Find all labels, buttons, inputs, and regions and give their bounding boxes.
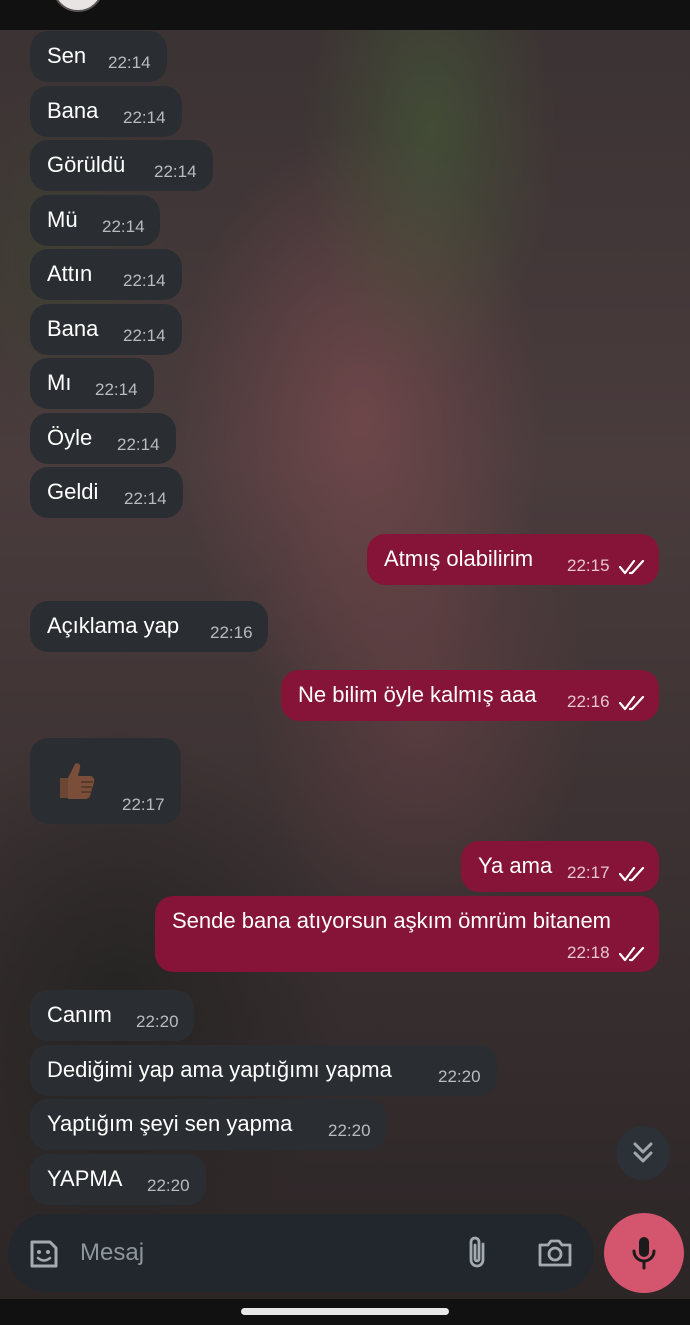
message-timestamp: 22:20 <box>147 1176 190 1195</box>
message-timestamp: 22:20 <box>136 1012 179 1031</box>
chat-header <box>0 0 690 30</box>
sticker-icon[interactable] <box>26 1236 62 1272</box>
message-timestamp: 22:14 <box>117 435 160 454</box>
microphone-icon <box>632 1237 656 1270</box>
message-text: Ne bilim öyle kalmış aaa <box>298 682 537 707</box>
incoming-message[interactable]: Sen 22:14 <box>30 31 167 82</box>
outgoing-message[interactable]: Atmış olabilirim 22:15 <box>367 534 659 585</box>
message-timestamp: 22:14 <box>124 489 167 508</box>
incoming-message[interactable]: Bana 22:14 <box>30 304 182 355</box>
message-text: Bana <box>47 316 99 341</box>
voice-record-button[interactable] <box>604 1213 684 1293</box>
incoming-message[interactable]: Dediğimi yap ama yaptığımı yapma 22:20 <box>30 1045 497 1096</box>
message-timestamp: 22:14 <box>102 217 145 236</box>
message-text: Atmış olabilirim <box>384 546 534 571</box>
message-input[interactable] <box>80 1236 410 1270</box>
incoming-message[interactable]: Mü 22:14 <box>30 195 160 246</box>
message-text: Görüldü <box>47 152 126 177</box>
incoming-message[interactable]: Mı 22:14 <box>30 358 154 409</box>
message-timestamp: 22:15 <box>567 556 610 575</box>
message-timestamp: 22:16 <box>567 692 610 711</box>
outgoing-message[interactable]: Sende bana atıyorsun aşkım ömrüm bitanem… <box>155 896 659 972</box>
incoming-message[interactable]: 22:17 <box>30 738 181 824</box>
read-receipt-icon <box>618 945 647 963</box>
outgoing-message[interactable]: Ya ama 22:17 <box>461 841 659 892</box>
message-text: Öyle <box>47 425 93 450</box>
incoming-message[interactable]: Açıklama yap 22:16 <box>30 601 268 652</box>
message-timestamp: 22:16 <box>210 623 253 642</box>
message-timestamp: 22:18 <box>567 943 610 962</box>
read-receipt-icon <box>618 694 647 712</box>
message-timestamp: 22:17 <box>567 863 610 882</box>
incoming-message[interactable]: Canım 22:20 <box>30 990 194 1041</box>
home-gesture-handle[interactable] <box>241 1308 449 1315</box>
system-nav-bar <box>0 1299 690 1325</box>
message-text: Geldi <box>47 479 99 504</box>
message-text: Mı <box>47 370 72 395</box>
message-timestamp: 22:14 <box>95 380 138 399</box>
message-text: Mü <box>47 207 78 232</box>
double-chevron-down-icon <box>633 1142 653 1163</box>
message-timestamp: 22:14 <box>123 108 166 127</box>
message-timestamp: 22:14 <box>108 53 151 72</box>
camera-icon[interactable] <box>536 1236 574 1270</box>
outgoing-message[interactable]: Ne bilim öyle kalmış aaa 22:16 <box>281 670 659 721</box>
incoming-message[interactable]: Geldi 22:14 <box>30 467 183 518</box>
thumbs-up-emoji <box>52 756 100 804</box>
incoming-message[interactable]: Görüldü 22:14 <box>30 140 213 191</box>
incoming-message[interactable]: Bana 22:14 <box>30 86 182 137</box>
incoming-message[interactable]: Attın 22:14 <box>30 249 182 300</box>
message-text: Açıklama yap <box>47 613 180 638</box>
incoming-message[interactable]: Yaptığım şeyi sen yapma 22:20 <box>30 1099 386 1150</box>
message-timestamp: 22:20 <box>328 1121 371 1140</box>
message-timestamp: 22:14 <box>123 271 166 290</box>
message-text: Ya ama <box>478 853 553 878</box>
message-text: Sen <box>47 43 87 68</box>
read-receipt-icon <box>618 865 647 883</box>
message-text: Attın <box>47 261 93 286</box>
read-receipt-icon <box>618 558 647 576</box>
message-text: YAPMA <box>47 1166 123 1191</box>
message-timestamp: 22:14 <box>123 326 166 345</box>
message-timestamp: 22:20 <box>438 1067 481 1086</box>
message-timestamp: 22:17 <box>122 795 165 814</box>
message-text: Canım <box>47 1002 112 1027</box>
message-text: Sende bana atıyorsun aşkım ömrüm bitanem <box>172 908 612 933</box>
contact-avatar[interactable] <box>52 0 104 12</box>
message-text: Dediğimi yap ama yaptığımı yapma <box>47 1057 392 1082</box>
message-composer <box>8 1214 594 1292</box>
paperclip-icon[interactable] <box>463 1234 491 1272</box>
incoming-message[interactable]: Öyle 22:14 <box>30 413 176 464</box>
message-text: Yaptığım şeyi sen yapma <box>47 1111 293 1136</box>
message-timestamp: 22:14 <box>154 162 197 181</box>
scroll-to-bottom-button[interactable] <box>616 1126 670 1180</box>
message-text: Bana <box>47 98 99 123</box>
incoming-message[interactable]: YAPMA 22:20 <box>30 1154 206 1205</box>
